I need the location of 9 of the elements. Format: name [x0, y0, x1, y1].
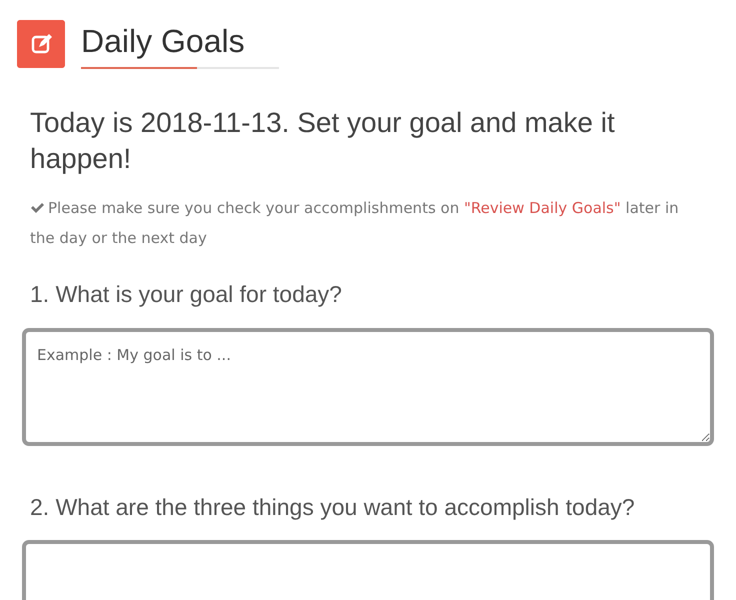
page-title: Daily Goals — [81, 24, 246, 60]
check-icon — [30, 202, 44, 214]
question-label: 1. What is your goal for today? — [29, 280, 343, 310]
heading: Today is 2018-11-13. Set your goal and make it happen! — [29, 106, 616, 176]
answer-field[interactable]: Example : My goal is to ... — [22, 328, 714, 446]
edit-icon — [17, 20, 65, 68]
review-link[interactable]: "Review Daily Goals" — [464, 199, 621, 218]
note-text: Please make sure you check your accomplishments on "Review Daily Goals" later in the day or the next day — [29, 198, 680, 250]
question-label: 2. What are the three things you want to accomplish today? — [29, 492, 636, 522]
